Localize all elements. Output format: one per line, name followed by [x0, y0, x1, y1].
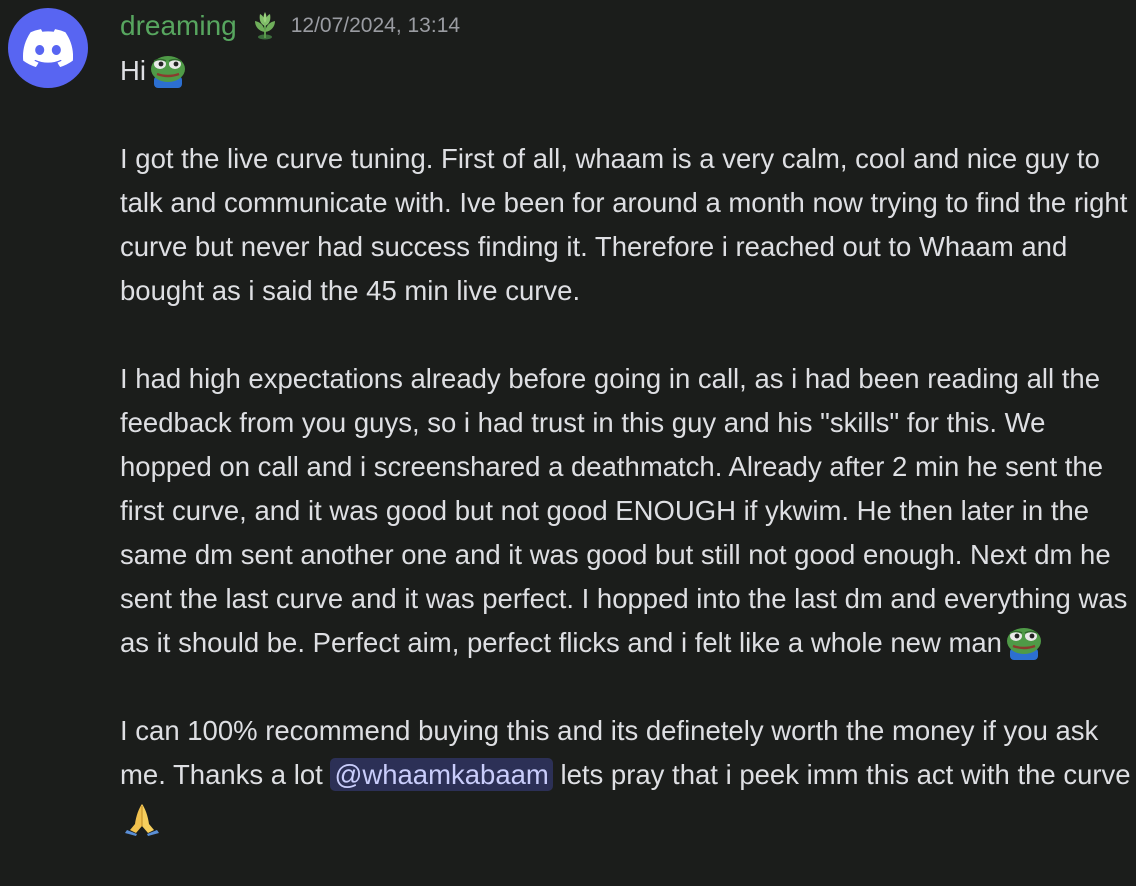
discord-logo-icon [23, 29, 73, 67]
message-content: Hi I got the live curve tuning. First of… [120, 49, 1132, 841]
paragraph-2-text: I had high expectations already before g… [120, 363, 1128, 658]
greeting-line: Hi [120, 49, 1132, 93]
greeting-text: Hi [120, 55, 146, 86]
avatar[interactable] [8, 8, 88, 88]
paragraph-3: I can 100% recommend buying this and its… [120, 709, 1132, 841]
plant-role-icon[interactable] [249, 10, 281, 42]
paragraph-1: I got the live curve tuning. First of al… [120, 143, 1128, 306]
pepe-emoji[interactable] [146, 52, 190, 88]
praying-hands-emoji[interactable] [120, 800, 164, 836]
author-username[interactable]: dreaming [120, 10, 237, 42]
user-mention[interactable]: @whaamkabaam [330, 758, 553, 791]
message-header: dreaming 12/07/2024, 13:14 [120, 8, 460, 44]
paragraph-3-text-end: lets pray that i peek imm this act with … [552, 759, 1131, 790]
message-timestamp[interactable]: 12/07/2024, 13:14 [291, 14, 460, 38]
chat-message: dreaming 12/07/2024, 13:14 Hi I got the … [0, 0, 1136, 886]
pepe-emoji[interactable] [1002, 624, 1046, 660]
paragraph-2: I had high expectations already before g… [120, 357, 1132, 665]
